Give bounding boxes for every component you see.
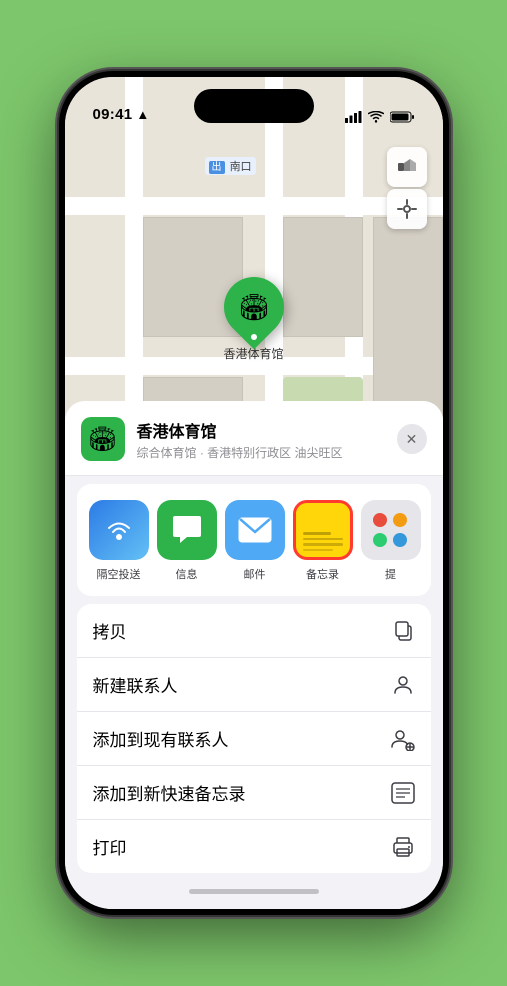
- bottom-sheet: 🏟 香港体育馆 综合体育馆 · 香港特别行政区 油尖旺区 ✕: [65, 401, 443, 909]
- share-row: 隔空投送 信息: [77, 484, 431, 596]
- share-message[interactable]: 信息: [157, 500, 217, 582]
- pin-icon: 🏟: [237, 292, 270, 323]
- location-icon: ▲: [136, 107, 149, 122]
- phone-frame: 09:41 ▲: [59, 71, 449, 915]
- action-new-contact[interactable]: 新建联系人: [77, 658, 431, 712]
- map-building: [373, 217, 443, 417]
- airdrop-label: 隔空投送: [97, 566, 141, 582]
- share-notes[interactable]: 备忘录: [293, 500, 353, 582]
- more-label: 提: [385, 566, 396, 582]
- share-mail[interactable]: 邮件: [225, 500, 285, 582]
- battery-icon: [390, 111, 415, 123]
- close-button[interactable]: ✕: [397, 424, 427, 454]
- add-existing-label: 添加到现有联系人: [93, 726, 229, 751]
- pin-dot: [250, 334, 256, 340]
- action-copy[interactable]: 拷贝: [77, 604, 431, 658]
- copy-label: 拷贝: [93, 618, 127, 643]
- message-label: 信息: [176, 566, 198, 582]
- map-pin: 🏟 香港体育馆: [223, 277, 283, 362]
- print-icon: [391, 836, 415, 858]
- share-airdrop[interactable]: 隔空投送: [89, 500, 149, 582]
- action-print[interactable]: 打印: [77, 820, 431, 873]
- map-building: [283, 217, 363, 337]
- home-indicator: [65, 879, 443, 909]
- mail-icon: [225, 500, 285, 560]
- map-controls: [387, 147, 427, 229]
- action-add-existing[interactable]: 添加到现有联系人: [77, 712, 431, 766]
- add-existing-icon: [389, 727, 415, 751]
- location-button[interactable]: [387, 189, 427, 229]
- map-label: 出 南口: [205, 157, 256, 175]
- new-contact-label: 新建联系人: [93, 672, 178, 697]
- quick-note-icon: [391, 782, 415, 804]
- action-quick-note[interactable]: 添加到新快速备忘录: [77, 766, 431, 820]
- dynamic-island: [194, 89, 314, 123]
- signal-icon: [345, 111, 362, 123]
- mail-label: 邮件: [244, 566, 266, 582]
- notes-icon: [293, 500, 353, 560]
- venue-icon: 🏟: [81, 417, 125, 461]
- more-icon: [361, 500, 421, 560]
- sheet-header: 🏟 香港体育馆 综合体育馆 · 香港特别行政区 油尖旺区 ✕: [65, 401, 443, 476]
- status-time: 09:41: [93, 106, 133, 123]
- copy-icon: [393, 620, 415, 642]
- notes-label: 备忘录: [306, 566, 339, 582]
- new-contact-icon: [391, 673, 415, 697]
- action-list: 拷贝 新建联系人 添加到现有联系人: [77, 604, 431, 873]
- print-label: 打印: [93, 834, 127, 859]
- phone-screen: 09:41 ▲: [65, 77, 443, 909]
- wifi-icon: [368, 111, 384, 123]
- map-type-button[interactable]: [387, 147, 427, 187]
- venue-subtitle: 综合体育馆 · 香港特别行政区 油尖旺区: [137, 444, 385, 461]
- home-bar: [189, 889, 319, 894]
- airdrop-icon: [89, 500, 149, 560]
- status-icons: [345, 111, 415, 123]
- share-more[interactable]: 提: [361, 500, 421, 582]
- message-icon: [157, 500, 217, 560]
- quick-note-label: 添加到新快速备忘录: [93, 780, 246, 805]
- venue-name: 香港体育馆: [137, 418, 385, 442]
- venue-info: 香港体育馆 综合体育馆 · 香港特别行政区 油尖旺区: [137, 418, 385, 461]
